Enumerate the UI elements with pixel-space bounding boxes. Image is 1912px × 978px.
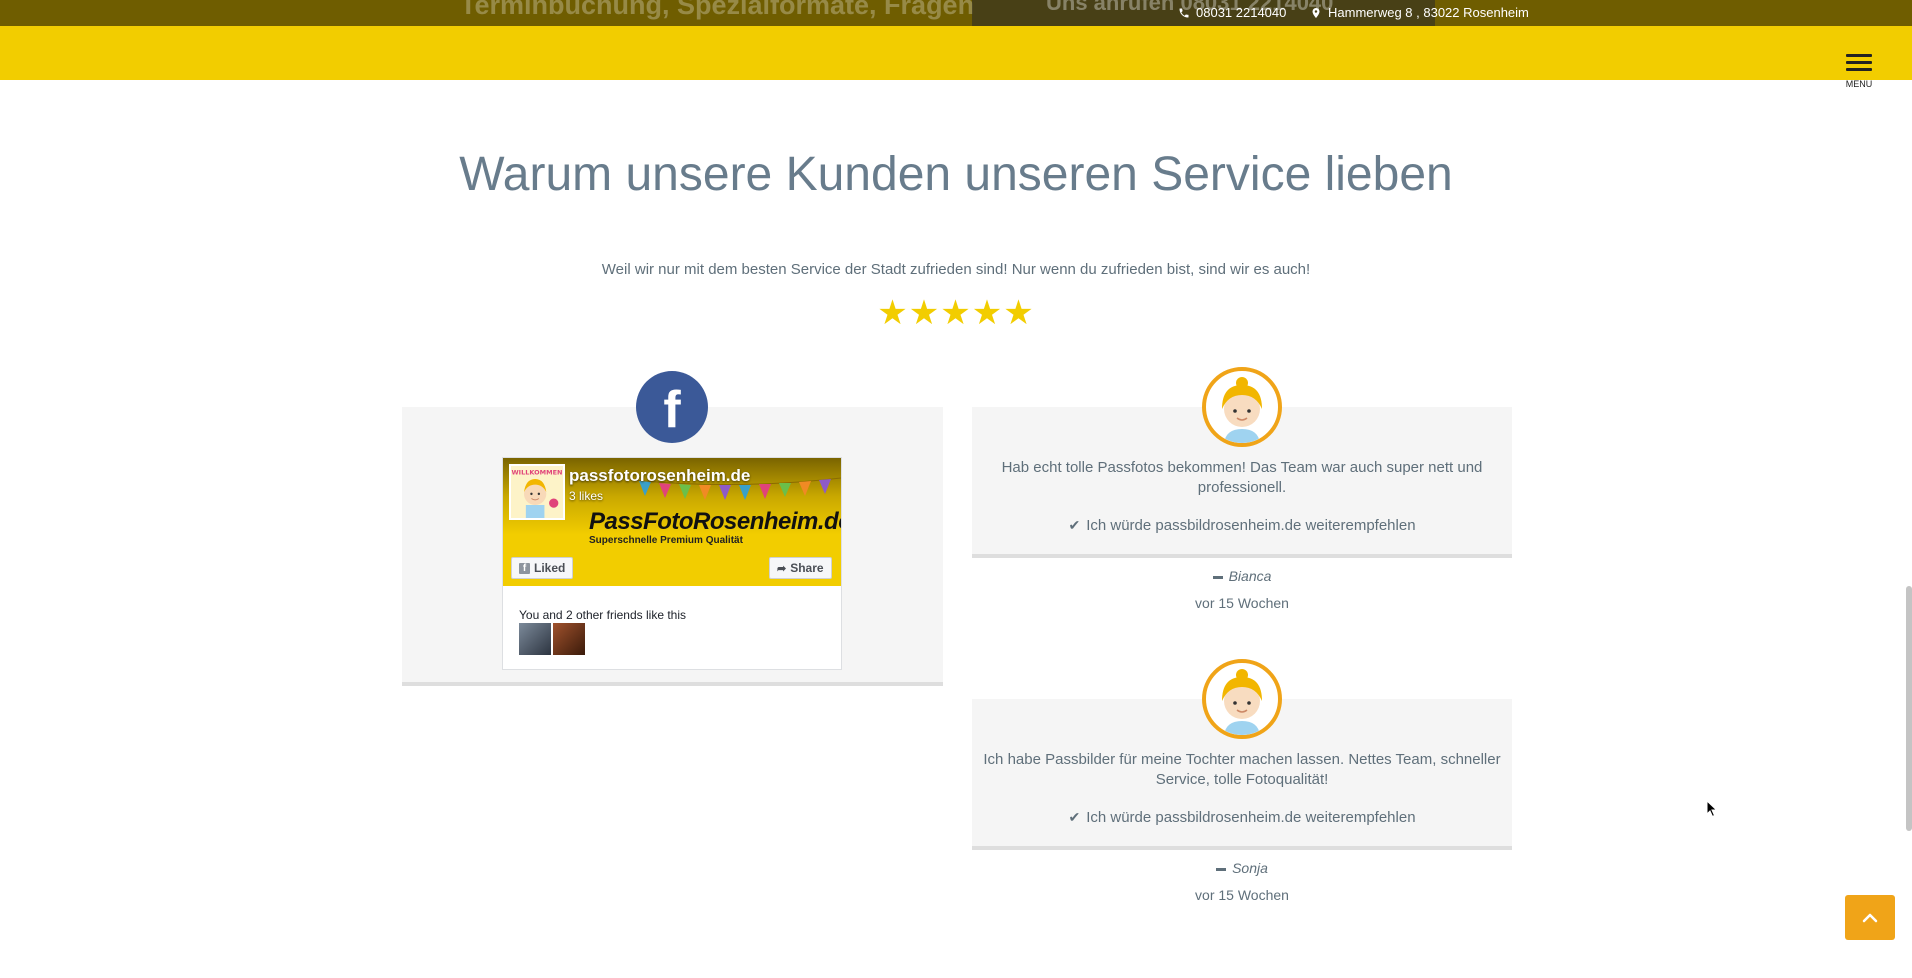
reviewer-avatar (1202, 659, 1282, 739)
facebook-page-name[interactable]: passfotorosenheim.de (569, 466, 750, 486)
person-icon (1222, 669, 1262, 735)
header-phone-text: 08031 2214040 (1196, 5, 1287, 20)
hamburger-icon (1846, 54, 1872, 57)
review-date: vor 15 Wochen (1195, 595, 1289, 611)
review-author-name: Bianca (1228, 568, 1272, 584)
header-address-text: Hammerweg 8 , 83022 Rosenheim (1328, 5, 1529, 20)
review-text: Ich habe Passbilder für meine Tochter ma… (983, 751, 1501, 788)
facebook-page-avatar[interactable]: WILLKOMMEN (509, 464, 565, 520)
facebook-page-widget[interactable]: WILLKOMMEN passfotorosenheim.de 3 likes … (502, 457, 842, 670)
check-icon: ✔ (1068, 517, 1081, 533)
avatar-welcome-text: WILLKOMMEN (512, 468, 563, 476)
review-recommend: ✔ Ich würde passbildrosenheim.de weiterem… (972, 517, 1512, 534)
share-button[interactable]: ➦ Share (769, 557, 832, 579)
mouse-cursor-icon (1706, 800, 1718, 818)
facebook-small-icon: f (519, 562, 530, 574)
menu-label: MENU (1845, 79, 1873, 89)
phone-icon (1179, 8, 1189, 17)
review-recommend-text: Ich würde passbildrosenheim.de weiteremp… (1086, 809, 1416, 826)
header-phone[interactable]: 08031 2214040 (1178, 5, 1286, 20)
check-icon: ✔ (1068, 809, 1081, 825)
facebook-friends-text: You and 2 other friends like this (519, 608, 686, 622)
liked-button[interactable]: f Liked (511, 557, 574, 579)
page-scrollbar[interactable] (1906, 586, 1912, 831)
person-icon (1222, 377, 1262, 443)
review-recommend-text: Ich würde passbildrosenheim.de weiteremp… (1086, 517, 1416, 534)
review-author: Sonja (972, 860, 1512, 876)
review-text: Hab echt tolle Passfotos bekommen! Das T… (1001, 459, 1483, 496)
site-header: Terminbuchung, Spezialformate, Fragen Un… (0, 0, 1912, 89)
rating-stars: ★★★★★ (877, 294, 1035, 332)
facebook-icon-letter: f (663, 381, 681, 439)
cover-tagline: Superschnelle Premium Qualität (589, 535, 743, 546)
avatar-illustration: WILLKOMMEN (511, 466, 563, 518)
review-recommend: ✔ Ich würde passbildrosenheim.de weiterem… (972, 809, 1512, 826)
hamburger-icon-bar (1846, 61, 1872, 64)
header-address[interactable]: Hammerweg 8 , 83022 Rosenheim (1310, 5, 1529, 20)
header-ghost-headline: Terminbuchung, Spezialformate, Fragen (460, 0, 975, 20)
facebook-cover-image[interactable]: WILLKOMMEN passfotorosenheim.de 3 likes … (503, 458, 841, 586)
hamburger-icon-bar (1846, 68, 1872, 71)
dash-icon (1216, 867, 1227, 871)
friend-avatar[interactable] (519, 623, 551, 655)
liked-button-label: Liked (534, 561, 566, 575)
share-button-label: Share (790, 561, 824, 575)
chevron-up-icon (1862, 913, 1878, 922)
review-date: vor 15 Wochen (1195, 887, 1289, 903)
friend-avatar[interactable] (553, 623, 585, 655)
facebook-icon[interactable]: f (636, 371, 708, 443)
section-title: Warum unsere Kunden unseren Service lieb… (459, 148, 1453, 201)
reviewer-avatar (1202, 367, 1282, 447)
cover-brand-text: PassFotoRosenheim.de (589, 508, 841, 535)
dash-icon (1212, 575, 1223, 579)
scroll-to-top-button[interactable] (1845, 895, 1895, 940)
facebook-likes-count: 3 likes (569, 489, 604, 503)
map-marker-icon (1312, 7, 1320, 18)
review-author: Bianca (972, 568, 1512, 584)
section-subtitle: Weil wir nur mit dem besten Service der … (601, 261, 1311, 278)
review-author-name: Sonja (1232, 860, 1268, 876)
top-bar: Terminbuchung, Spezialformate, Fragen Un… (0, 0, 1912, 26)
share-arrow-icon: ➦ (777, 562, 787, 575)
